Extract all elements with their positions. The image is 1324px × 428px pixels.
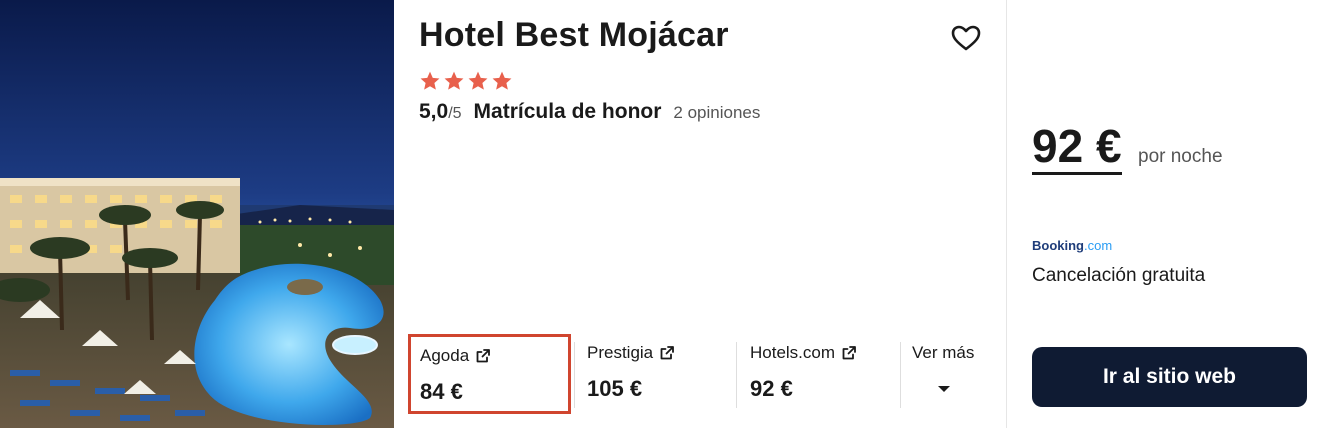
offer-provider-name: Hotels.com	[750, 343, 836, 362]
booking-logo-main: Booking	[1032, 238, 1084, 253]
heart-icon[interactable]	[950, 22, 982, 54]
star-icon	[492, 71, 512, 90]
offer-provider-name: Agoda	[420, 346, 470, 365]
star-icon	[468, 71, 488, 90]
external-link-icon	[476, 349, 491, 363]
rating-row[interactable]: 5,0 /5 Matrícula de honor 2 opiniones	[419, 100, 760, 124]
offer-provider: Prestigia	[587, 343, 675, 363]
offer-price: 92 €	[750, 376, 793, 401]
rating-label: Matrícula de honor	[473, 100, 662, 123]
rating-score: 5,0	[419, 100, 449, 123]
provider-offers: Agoda 84 € Prestigia 105 € Hotels.com 92…	[408, 334, 998, 414]
per-night-label: por noche	[1138, 146, 1223, 167]
booking-logo-suffix: .com	[1084, 238, 1113, 253]
rating-scale: /5	[448, 105, 462, 122]
deal-price[interactable]: 92 €	[1032, 120, 1122, 175]
offer-hotels-com[interactable]: Hotels.com 92 €	[750, 334, 900, 414]
caret-down-icon	[938, 386, 950, 392]
offer-agoda[interactable]: Agoda 84 €	[408, 334, 571, 414]
external-link-icon	[842, 346, 856, 360]
hotel-info: Hotel Best Mojácar 5,0 /5 Matrícula de h…	[394, 0, 1007, 428]
booking-logo: Booking.com	[1032, 238, 1112, 253]
offer-divider	[574, 342, 575, 408]
review-count: 2 opiniones	[673, 103, 761, 122]
more-offers-button[interactable]: Ver más	[910, 334, 990, 414]
hotel-name[interactable]: Hotel Best Mojácar	[419, 16, 729, 55]
deal-panel: 92 € por noche Booking.com Cancelación g…	[1007, 0, 1324, 428]
star-rating	[419, 70, 513, 92]
hotel-result-card: Hotel Best Mojácar 5,0 /5 Matrícula de h…	[0, 0, 1324, 428]
hotel-photo[interactable]	[0, 0, 394, 428]
offer-provider-name: Prestigia	[587, 343, 654, 362]
offer-price: 84 €	[420, 379, 463, 404]
offer-divider	[736, 342, 737, 408]
cancellation-note: Cancelación gratuita	[1032, 265, 1206, 286]
external-link-icon	[660, 346, 675, 360]
go-to-site-button[interactable]: Ir al sitio web	[1032, 347, 1307, 407]
offer-divider	[900, 342, 901, 408]
offer-prestigia[interactable]: Prestigia 105 €	[587, 334, 727, 414]
hotel-photo-image	[0, 0, 394, 428]
star-icon	[444, 71, 464, 90]
star-icon	[420, 71, 440, 90]
offer-provider: Agoda	[420, 346, 491, 366]
offer-price: 105 €	[587, 376, 643, 401]
offer-provider: Hotels.com	[750, 343, 857, 363]
more-offers-label: Ver más	[912, 343, 975, 362]
